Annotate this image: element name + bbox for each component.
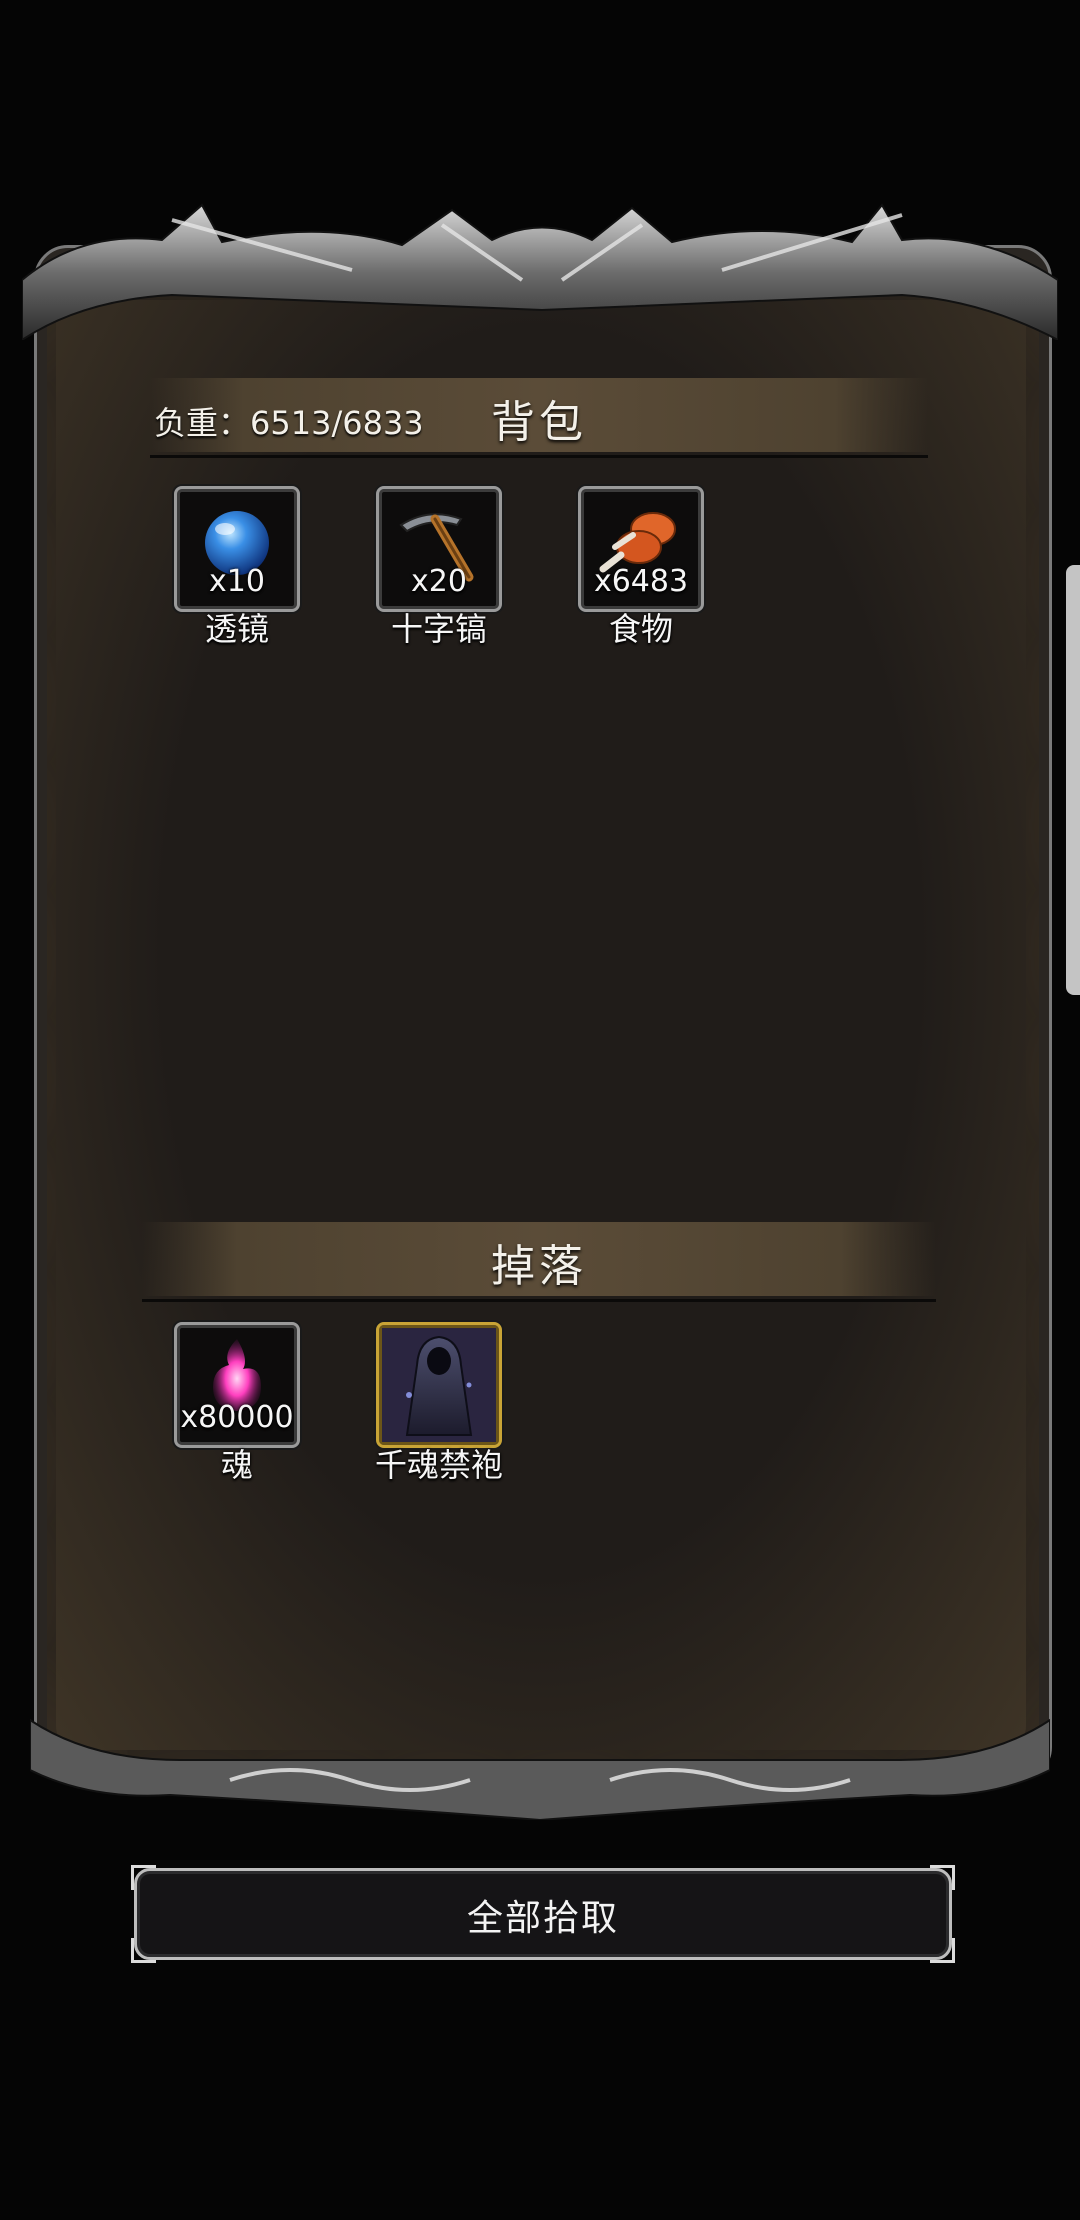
drops-header: 掉落 (142, 1222, 936, 1302)
corner-ornament (131, 1938, 156, 1963)
pickup-all-label: 全部拾取 (466, 1898, 619, 1939)
drops-title: 掉落 (491, 1241, 587, 1292)
item-quantity: x6483 (593, 564, 689, 599)
backpack-item-lens[interactable]: x10 透镜 (174, 486, 300, 648)
drop-item-robe[interactable]: 千魂禁袍 (375, 1322, 503, 1484)
item-name: 千魂禁袍 (374, 1446, 503, 1484)
weight-label: 负重：6513/6833 (154, 404, 424, 442)
item-name: 食物 (608, 610, 673, 648)
backpack-item-food[interactable]: x6483 食物 (578, 486, 704, 648)
item-name: 十字镐 (390, 610, 487, 648)
item-quantity: x10 (209, 564, 265, 599)
scroll-indicator (1066, 565, 1080, 995)
backpack-item-pickaxe[interactable]: x20 十字镐 (376, 486, 502, 648)
divider (150, 455, 928, 458)
item-quantity: x20 (411, 564, 467, 599)
drop-item-soul[interactable]: x80000 魂 (174, 1322, 300, 1484)
corner-ornament (131, 1865, 156, 1890)
item-quantity: x80000 (180, 1400, 294, 1435)
item-name: 魂 (220, 1446, 253, 1484)
corner-ornament (930, 1865, 955, 1890)
hooded-robe-icon (382, 1328, 496, 1442)
divider (142, 1299, 936, 1302)
pickup-all-button[interactable]: 全部拾取 (131, 1865, 955, 1963)
corner-ornament (930, 1938, 955, 1963)
item-name: 透镜 (204, 610, 269, 648)
